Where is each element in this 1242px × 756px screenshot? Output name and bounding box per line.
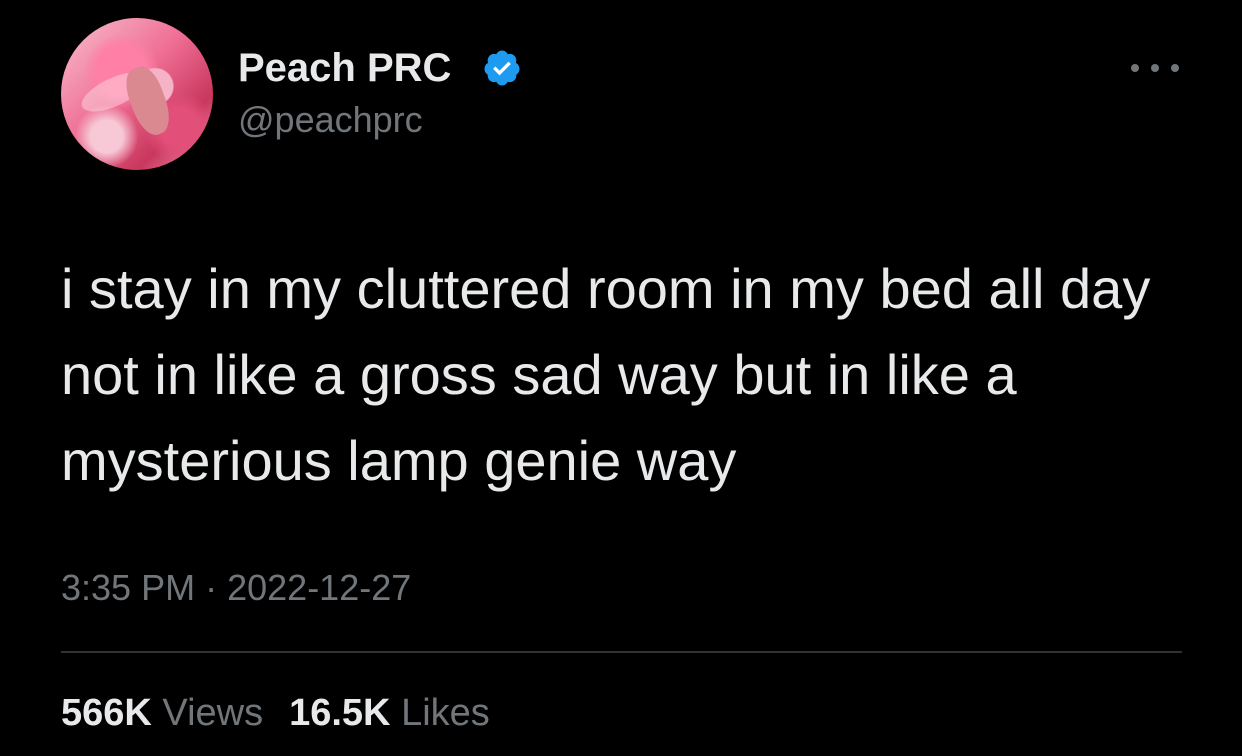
verified-badge-icon <box>484 50 520 86</box>
more-dot <box>1171 64 1179 72</box>
engagement-stats: 566K Views 16.5K Likes <box>61 690 490 736</box>
display-name[interactable]: Peach PRC <box>238 44 451 92</box>
tweet-timestamp[interactable]: 3:35 PM · 2022-12-27 <box>61 566 411 610</box>
likes-stat[interactable]: 16.5K Likes <box>289 692 490 734</box>
tweet-time: 3:35 PM <box>61 567 196 608</box>
views-count: 566K <box>61 692 152 734</box>
views-label: Views <box>162 692 264 734</box>
more-dot <box>1151 64 1159 72</box>
avatar[interactable] <box>61 18 213 170</box>
views-stat[interactable]: 566K Views <box>61 692 263 734</box>
meta-separator: · <box>205 567 218 608</box>
likes-count: 16.5K <box>289 692 391 734</box>
more-options-icon[interactable] <box>1131 58 1179 78</box>
user-handle[interactable]: @peachprc <box>238 98 423 142</box>
likes-label: Likes <box>401 692 490 734</box>
tweet-text: i stay in my cluttered room in my bed al… <box>61 257 1151 492</box>
more-dot <box>1131 64 1139 72</box>
avatar-figure <box>120 62 176 140</box>
divider <box>61 651 1182 653</box>
tweet-date: 2022-12-27 <box>227 567 412 608</box>
